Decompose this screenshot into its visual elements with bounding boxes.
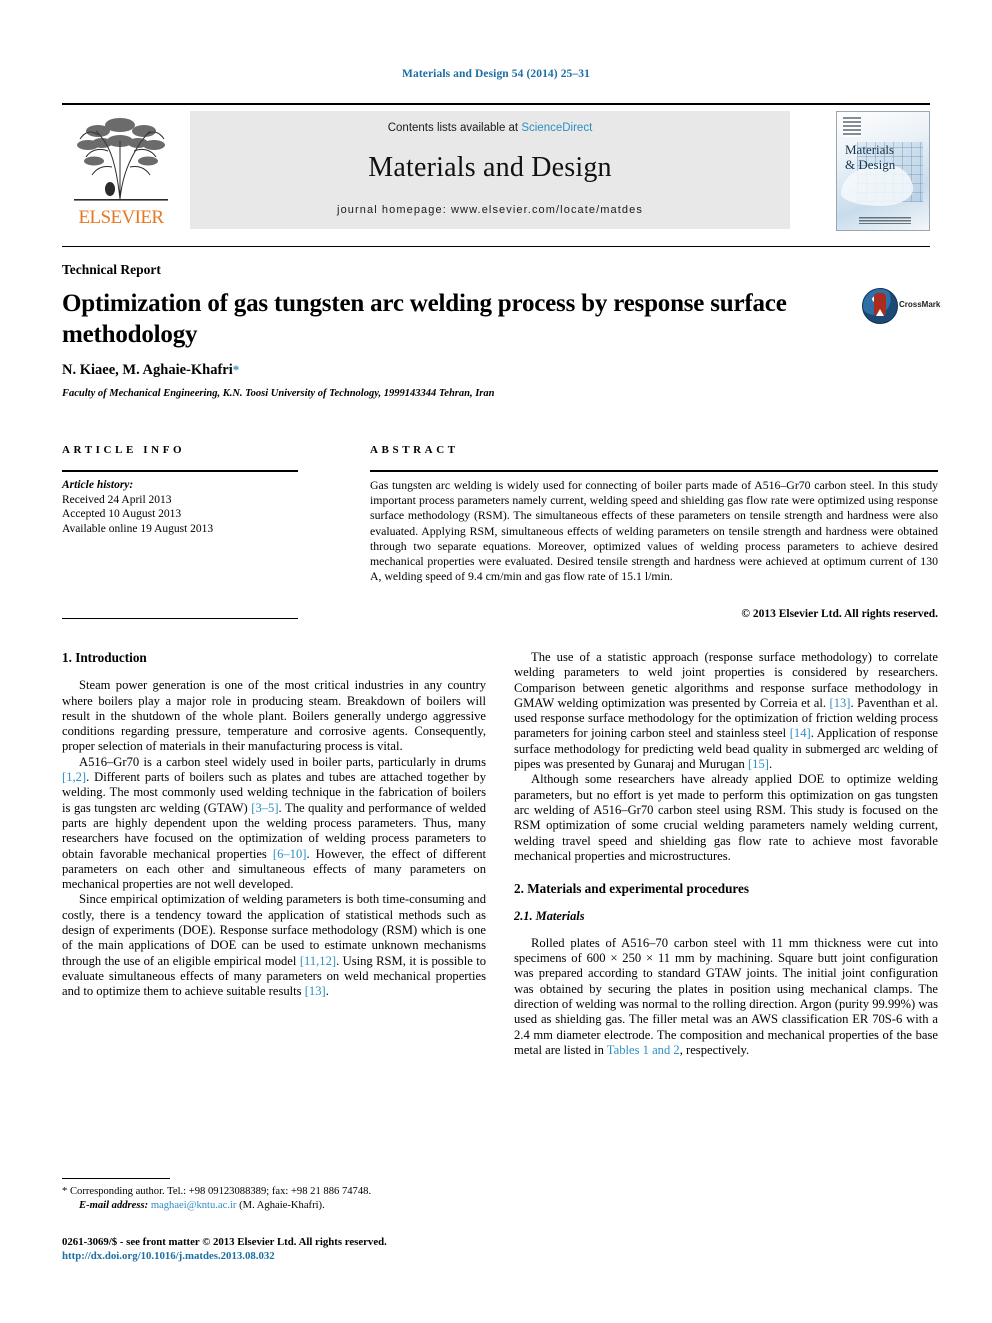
table-reference-link[interactable]: Tables 1 and 2 xyxy=(607,1043,680,1057)
document-type: Technical Report xyxy=(62,262,161,277)
text-run: . xyxy=(768,757,773,772)
elsevier-wordmark: ELSEVIER xyxy=(78,207,165,228)
email-owner: (M. Aghaie-Khafri). xyxy=(239,1200,325,1211)
contents-prefix: Contents lists available at xyxy=(387,122,522,134)
abstract-heading: ABSTRACT xyxy=(370,444,459,456)
article-history: Article history: Received 24 April 2013 … xyxy=(62,478,298,536)
citation-link[interactable]: [1,2] xyxy=(62,770,86,784)
crossmark-triangle-icon xyxy=(876,309,884,316)
journal-title: Materials and Design xyxy=(368,152,612,183)
article-available-online-date: Available online 19 August 2013 xyxy=(62,522,214,535)
abstract-top-rule xyxy=(370,470,938,472)
citation-link[interactable]: [13] xyxy=(305,984,326,998)
paragraph: The use of a statistic approach (respons… xyxy=(514,650,938,772)
paragraph: A516–Gr70 is a carbon steel widely used … xyxy=(62,755,486,893)
author-names: N. Kiaee, M. Aghaie-Khafri xyxy=(62,362,233,378)
citation-link[interactable]: [14] xyxy=(790,726,811,740)
journal-masthead: ELSEVIER Contents lists available at Sci… xyxy=(62,103,930,233)
email-label: E-mail address: xyxy=(79,1200,149,1211)
sciencedirect-link[interactable]: ScienceDirect xyxy=(521,122,592,134)
footnote-contact-text: Corresponding author. Tel.: +98 09123088… xyxy=(69,1186,372,1197)
doi-link[interactable]: http://dx.doi.org/10.1016/j.matdes.2013.… xyxy=(62,1250,532,1264)
article-received-date: Received 24 April 2013 xyxy=(62,493,172,506)
text-run: A516–Gr70 is a carbon steel widely used … xyxy=(79,754,486,769)
footnote-rule xyxy=(62,1178,170,1179)
cover-title-line1: Materials xyxy=(845,142,895,157)
article-accepted-date: Accepted 10 August 2013 xyxy=(62,508,182,520)
abstract-text: Gas tungsten arc welding is widely used … xyxy=(370,478,938,584)
crossmark-label: CrossMark xyxy=(899,300,941,309)
crossmark-circle-icon xyxy=(862,288,898,324)
paragraph: Steam power generation is one of the mos… xyxy=(62,678,486,754)
paper-page: Materials and Design 54 (2014) 25–31 ELS… xyxy=(0,0,992,1323)
cover-footer-bars xyxy=(859,217,911,224)
citation-link[interactable]: [15] xyxy=(748,757,769,771)
article-info-heading: ARTICLE INFO xyxy=(62,444,186,456)
elsevier-tree-icon xyxy=(74,118,168,201)
journal-homepage-link[interactable]: journal homepage: www.elsevier.com/locat… xyxy=(190,204,790,216)
cover-title: Materials & Design xyxy=(845,142,923,172)
elsevier-logo: ELSEVIER xyxy=(62,111,180,229)
paragraph: Rolled plates of A516–70 carbon steel wi… xyxy=(514,936,938,1058)
corresponding-author-footnote: * Corresponding author. Tel.: +98 091230… xyxy=(62,1185,492,1213)
journal-cover-thumbnail: Materials & Design xyxy=(836,111,930,231)
article-history-label: Article history: xyxy=(62,479,134,491)
text-run: , respectively. xyxy=(679,1042,750,1057)
paragraph: Although some researchers have already a… xyxy=(514,772,938,863)
page-title: Optimization of gas tungsten arc welding… xyxy=(62,290,787,348)
paragraph: Since empirical optimization of welding … xyxy=(62,892,486,999)
citation-link[interactable]: [6–10] xyxy=(273,847,307,861)
subsection-heading-materials: 2.1. Materials xyxy=(514,909,585,924)
imprint-block: 0261-3069/$ - see front matter © 2013 El… xyxy=(62,1236,532,1263)
abstract-copyright: © 2013 Elsevier Ltd. All rights reserved… xyxy=(741,608,938,620)
body-column-left: 1. Introduction Steam power generation i… xyxy=(62,650,486,1000)
masthead-bottom-rule xyxy=(62,246,930,247)
footnote-line-2: E-mail address: maghaei@kntu.ac.ir (M. A… xyxy=(62,1199,492,1213)
contents-available-line: Contents lists available at ScienceDirec… xyxy=(190,122,790,134)
cover-elsevier-mark-icon xyxy=(843,117,861,137)
text-run: . xyxy=(325,984,329,999)
author-list: N. Kiaee, M. Aghaie-Khafri* xyxy=(62,362,239,379)
masthead-center-panel: Contents lists available at ScienceDirec… xyxy=(190,111,790,229)
text-run: Rolled plates of A516–70 carbon steel wi… xyxy=(514,935,938,1057)
citation-link[interactable]: [13] xyxy=(830,696,851,710)
cover-title-line2: & Design xyxy=(845,157,896,172)
article-info-top-rule xyxy=(62,470,298,472)
body-column-right: The use of a statistic approach (respons… xyxy=(514,650,938,1058)
running-head: Materials and Design 54 (2014) 25–31 xyxy=(402,68,590,80)
crossmark-badge[interactable]: CrossMark xyxy=(862,288,940,324)
corresponding-author-marker: * xyxy=(232,362,240,377)
section-heading-introduction: 1. Introduction xyxy=(62,650,147,665)
citation-link[interactable]: [3–5] xyxy=(251,801,278,815)
footnote-star-marker: * xyxy=(62,1186,68,1197)
article-info-bottom-rule xyxy=(62,618,298,619)
author-affiliation: Faculty of Mechanical Engineering, K.N. … xyxy=(62,388,495,399)
section-heading-materials: 2. Materials and experimental procedures xyxy=(514,881,750,897)
issn-frontmatter-line: 0261-3069/$ - see front matter © 2013 El… xyxy=(62,1236,387,1248)
footnote-line-1: * Corresponding author. Tel.: +98 091230… xyxy=(62,1185,492,1199)
email-link[interactable]: maghaei@kntu.ac.ir xyxy=(151,1200,237,1211)
citation-link[interactable]: [11,12] xyxy=(300,954,336,968)
